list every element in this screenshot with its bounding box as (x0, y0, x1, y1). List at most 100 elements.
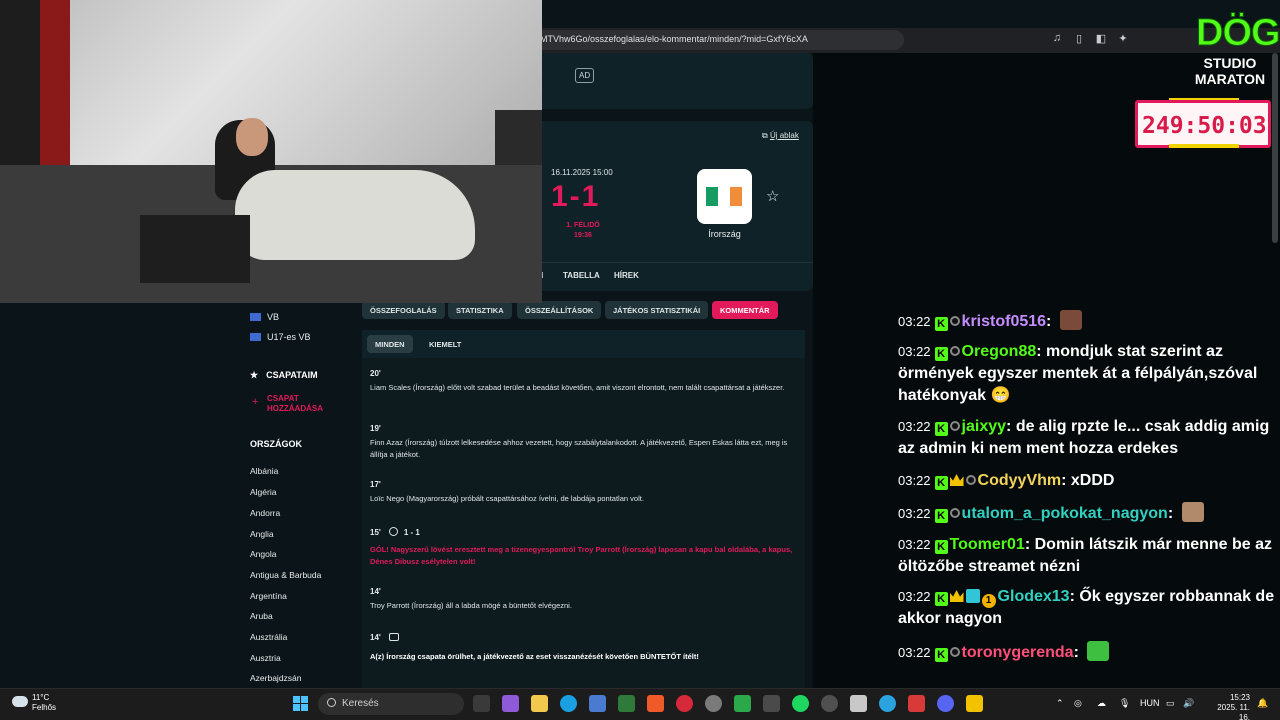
tab-hirek[interactable]: HÍREK (614, 271, 639, 280)
address-bar[interactable]: MTVhw6Go/osszefoglalas/elo-kommentar/min… (530, 30, 904, 50)
pill-statisztika[interactable]: STATISZTIKA (448, 301, 512, 319)
event-minute: 19' (370, 424, 381, 433)
chat-emote-icon (1087, 641, 1110, 661)
pill-osszefoglalas[interactable]: ÖSSZEFOGLALÁS (362, 301, 445, 319)
country-item[interactable]: Ausztrália (250, 632, 287, 642)
file-explorer-icon[interactable] (531, 695, 548, 712)
event-text: Finn Azaz (Írország) túlzott lelkesedése… (370, 438, 788, 459)
country-item[interactable]: Albánia (250, 466, 278, 476)
chat-message: 03:22 K CodyyVhm: xDDD (898, 470, 1276, 492)
external-link-icon: ⧉ (762, 131, 770, 140)
notification-icon[interactable]: 🔔 (1257, 698, 1268, 709)
taskbar-search[interactable]: Keresés (318, 693, 464, 715)
chat-timestamp: 03:22 (898, 645, 931, 660)
add-team-link[interactable]: CSAPAT HOZZÁADÁSA (267, 394, 337, 414)
calculator-icon[interactable] (850, 695, 867, 712)
weather-widget[interactable]: 11°C Felhős (32, 693, 56, 713)
chat-username[interactable]: Glodex13 (998, 588, 1070, 605)
pill-kommentar[interactable]: KOMMENTÁR (712, 301, 778, 319)
extension-icon[interactable]: ✦ (1116, 32, 1130, 45)
chat-emote-icon (1181, 502, 1204, 522)
event-minute: 14' (370, 587, 381, 596)
pill-osszeallitasok[interactable]: ÖSSZEÁLLÍTÁSOK (517, 301, 602, 319)
chat-username[interactable]: CodyyVhm (978, 472, 1062, 489)
plus-icon: + (252, 396, 259, 408)
chat-message: 03:22 Kjaixyy: de alig rpzte le... csak a… (898, 416, 1276, 460)
chat-username[interactable]: kristof0516 (962, 313, 1047, 330)
chat-timestamp: 03:22 (898, 537, 931, 552)
country-item[interactable]: Angola (250, 549, 276, 559)
chat-emote-icon (1059, 310, 1082, 330)
kick-badge-icon: K (934, 347, 948, 361)
chat-username[interactable]: toronygerenda (962, 644, 1074, 661)
audio-icon[interactable]: ♫ (1050, 32, 1064, 45)
event-text: Loïc Nego (Magyarország) próbált csapatt… (370, 494, 644, 503)
country-item[interactable]: Anglia (250, 529, 274, 539)
volume-icon[interactable]: 🔊 (1183, 698, 1194, 709)
app-icon[interactable] (763, 695, 780, 712)
webcam-blanket (235, 170, 475, 260)
chat-username[interactable]: Oregon88 (962, 343, 1037, 360)
sidebar-item-label: U17-es VB (267, 332, 311, 342)
app-icon[interactable] (908, 695, 925, 712)
country-item[interactable]: Aruba (250, 611, 273, 621)
settings-icon[interactable] (705, 695, 722, 712)
tab-tabella[interactable]: TABELLA (563, 271, 600, 280)
pill-jatekos-statisztikai[interactable]: JÁTÉKOS STATISZTIKÁI (605, 301, 709, 319)
app-icon[interactable] (676, 695, 693, 712)
filter-kiemelt[interactable]: KIEMELT (421, 335, 469, 353)
ireland-flag-orange (730, 187, 742, 206)
chat-username[interactable]: Toomer01 (950, 536, 1025, 553)
kick-badge-icon: K (934, 317, 948, 331)
browser-extension-icons: ♫ ▯ ◧ ✦ (1050, 32, 1130, 45)
country-item[interactable]: Azerbajdzsán (250, 673, 302, 683)
country-item[interactable]: Argentína (250, 591, 287, 601)
network-icon[interactable]: ▭ (1166, 698, 1175, 709)
tray-cloud-icon[interactable]: ☁ (1097, 698, 1106, 709)
kick-badge-icon: K (934, 422, 948, 436)
chat-separator: : (1167, 505, 1178, 522)
stream-logo: DÖG (1196, 12, 1280, 55)
system-clock[interactable]: 15:23 2025. 11. 16. (1206, 693, 1250, 720)
xbox-icon[interactable] (734, 695, 751, 712)
chat-separator: : (1024, 536, 1035, 553)
microphone-icon[interactable]: 🎙 (1119, 698, 1130, 709)
tray-chevron-icon[interactable]: ⌃ (1056, 698, 1064, 709)
tray-icon[interactable]: ◎ (1074, 698, 1082, 709)
country-item[interactable]: Antigua & Barbuda (250, 570, 321, 580)
edge-icon[interactable] (560, 695, 577, 712)
page-scrollbar[interactable] (1272, 53, 1278, 243)
language-indicator[interactable]: HUN (1140, 698, 1160, 708)
country-item[interactable]: Algéria (250, 487, 276, 497)
sidebar-icon[interactable]: ▯ (1072, 32, 1086, 45)
country-item[interactable]: Andorra (250, 508, 280, 518)
new-window-link[interactable]: ⧉ Új ablak (762, 131, 799, 141)
event-text: Troy Parrott (Írország) áll a labda mögé… (370, 601, 572, 610)
subscriber-badge-icon (949, 647, 960, 657)
brave-icon[interactable] (647, 695, 664, 712)
task-view-icon[interactable] (473, 695, 490, 712)
team-name[interactable]: Írország (697, 229, 752, 239)
split-view-icon[interactable]: ◧ (1094, 32, 1108, 45)
ad-label: AD (575, 68, 595, 83)
chat-username[interactable]: utalom_a_pokokat_nagyon (962, 505, 1168, 522)
crown-badge-icon (949, 590, 964, 602)
spotify-icon[interactable] (792, 695, 809, 712)
rockstar-icon[interactable] (966, 695, 983, 712)
sidebar-item-vb[interactable]: VB (250, 312, 279, 322)
filter-minden[interactable]: MINDEN (367, 335, 413, 353)
sidebar-item-u17-vb[interactable]: U17-es VB (250, 332, 311, 342)
kick-badge-icon: K (934, 476, 948, 490)
chat-username[interactable]: jaixyy (962, 418, 1006, 435)
terminal-icon[interactable] (618, 695, 635, 712)
obs-icon[interactable] (821, 695, 838, 712)
country-item[interactable]: Ausztria (250, 653, 281, 663)
copilot-icon[interactable] (502, 695, 519, 712)
discord-icon[interactable] (937, 695, 954, 712)
event-minute: 20' (370, 369, 381, 378)
var-icon (388, 633, 399, 641)
store-icon[interactable] (589, 695, 606, 712)
start-button[interactable] (293, 696, 309, 712)
favorite-star-icon[interactable]: ☆ (766, 187, 779, 205)
telegram-icon[interactable] (879, 695, 896, 712)
